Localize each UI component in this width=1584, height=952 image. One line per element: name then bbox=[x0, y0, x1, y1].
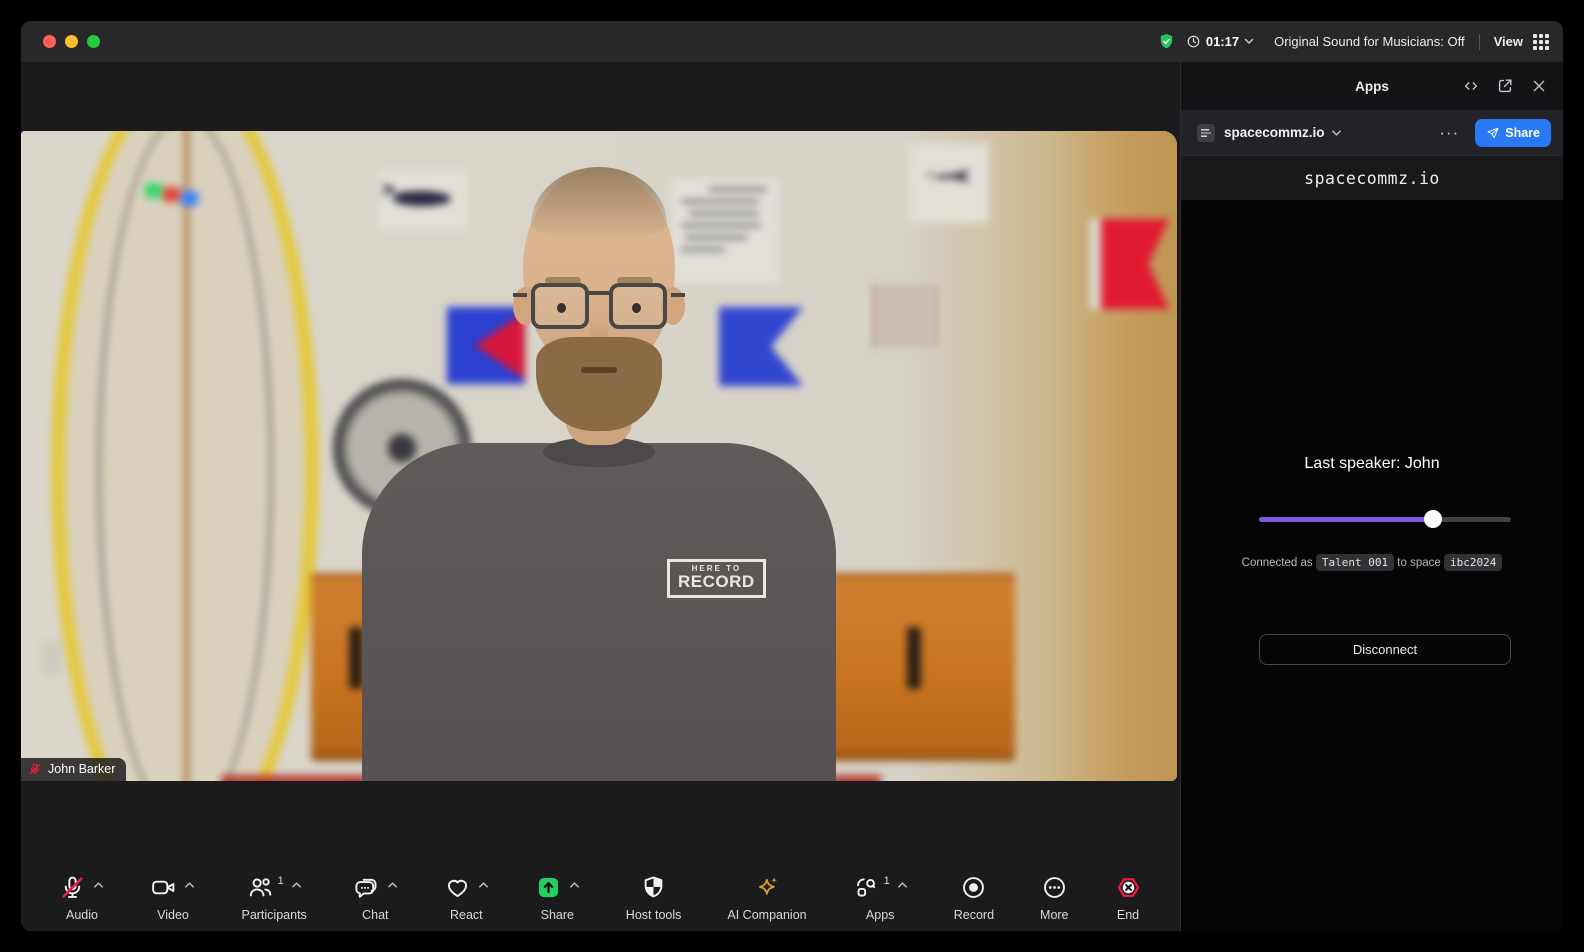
share-screen-icon bbox=[535, 874, 562, 901]
end-label: End bbox=[1116, 908, 1140, 922]
meeting-timer[interactable]: 01:17 bbox=[1186, 34, 1254, 49]
code-icon[interactable] bbox=[1461, 76, 1481, 96]
participants-options-chevron[interactable] bbox=[291, 881, 302, 889]
meeting-main-area: HERE TO RECORD John Barker Audio Video 1… bbox=[21, 62, 1180, 931]
chat-options-chevron[interactable] bbox=[387, 881, 398, 889]
record-label: Record bbox=[953, 908, 995, 922]
face bbox=[513, 167, 685, 431]
slider-fill bbox=[1259, 517, 1433, 522]
react-button[interactable]: React bbox=[444, 871, 489, 922]
zoom-window-button[interactable] bbox=[87, 35, 100, 48]
connected-prefix: Connected as bbox=[1241, 557, 1313, 569]
apps-options-chevron[interactable] bbox=[897, 881, 908, 889]
heart-icon bbox=[444, 874, 471, 901]
share-screen-button[interactable]: Share bbox=[535, 871, 580, 922]
apps-icon bbox=[853, 874, 880, 901]
close-panel-icon[interactable] bbox=[1529, 76, 1549, 96]
host-tools-label: Host tools bbox=[625, 908, 682, 922]
apps-panel: Apps spacecommz.io ··· Share spacecommz.… bbox=[1180, 62, 1563, 931]
apps-panel-header: Apps bbox=[1181, 62, 1563, 110]
apps-button[interactable]: 1 Apps bbox=[853, 871, 908, 922]
volume-slider[interactable] bbox=[1259, 510, 1511, 528]
titlebar-divider bbox=[1478, 33, 1480, 50]
active-app-name[interactable]: spacecommz.io bbox=[1224, 125, 1325, 140]
meeting-toolbar: Audio Video 1 Participants Chat React Sh… bbox=[21, 822, 1180, 931]
participants-count-badge: 1 bbox=[277, 875, 284, 887]
window-titlebar: 01:17 Original Sound for Musicians: Off … bbox=[21, 21, 1563, 62]
apps-panel-title: Apps bbox=[1355, 78, 1389, 94]
app-share-button[interactable]: Share bbox=[1475, 118, 1551, 147]
disconnect-button[interactable]: Disconnect bbox=[1259, 634, 1511, 665]
view-grid-icon[interactable] bbox=[1533, 33, 1549, 50]
share-send-icon bbox=[1486, 126, 1500, 140]
participant-person: HERE TO RECORD bbox=[21, 131, 1177, 781]
beard bbox=[536, 337, 662, 431]
traffic-lights bbox=[43, 35, 109, 48]
apps-count-badge: 1 bbox=[883, 875, 890, 887]
participants-icon bbox=[247, 874, 274, 901]
share-label: Share bbox=[540, 908, 574, 922]
app-more-options-button[interactable]: ··· bbox=[1439, 124, 1459, 141]
active-app-row: spacecommz.io ··· Share bbox=[1181, 110, 1563, 155]
ai-companion-button[interactable]: AI Companion bbox=[727, 871, 807, 922]
zoom-meeting-window: 01:17 Original Sound for Musicians: Off … bbox=[21, 21, 1563, 931]
clock-icon bbox=[1186, 34, 1201, 49]
participant-video-tile[interactable]: HERE TO RECORD John Barker bbox=[21, 131, 1177, 781]
chat-button[interactable]: Chat bbox=[353, 871, 398, 922]
video-button[interactable]: Video bbox=[150, 871, 195, 922]
chevron-down-icon bbox=[1244, 38, 1254, 45]
video-label: Video bbox=[157, 908, 189, 922]
share-options-chevron[interactable] bbox=[569, 881, 580, 889]
more-label: More bbox=[1040, 908, 1069, 922]
more-button[interactable]: More bbox=[1040, 871, 1069, 922]
apps-label: Apps bbox=[865, 908, 895, 922]
app-chevron-down-icon[interactable] bbox=[1331, 129, 1342, 137]
audio-button[interactable]: Audio bbox=[59, 871, 104, 922]
participant-name-label: John Barker bbox=[21, 758, 127, 781]
glasses bbox=[513, 283, 685, 331]
record-icon bbox=[960, 874, 987, 901]
popout-icon[interactable] bbox=[1495, 76, 1515, 96]
minimize-window-button[interactable] bbox=[65, 35, 78, 48]
ai-companion-label: AI Companion bbox=[727, 908, 807, 922]
security-shield-icon[interactable] bbox=[1157, 32, 1176, 51]
host-tools-shield-icon bbox=[640, 874, 667, 901]
react-options-chevron[interactable] bbox=[478, 881, 489, 889]
host-tools-button[interactable]: Host tools bbox=[625, 871, 682, 922]
shirt-logo: HERE TO RECORD bbox=[667, 559, 766, 598]
more-ellipsis-icon bbox=[1041, 874, 1068, 901]
app-page-titlebar: spacecommz.io bbox=[1181, 155, 1563, 200]
view-button-label[interactable]: View bbox=[1494, 34, 1523, 49]
audio-options-chevron[interactable] bbox=[93, 881, 104, 889]
meeting-time: 01:17 bbox=[1205, 34, 1240, 49]
connection-status: Connected as Talent 001 to space ibc2024 bbox=[1181, 554, 1563, 571]
mic-muted-icon bbox=[59, 874, 86, 901]
muted-mic-icon bbox=[28, 762, 42, 776]
participants-button[interactable]: 1 Participants bbox=[241, 871, 306, 922]
close-window-button[interactable] bbox=[43, 35, 56, 48]
last-speaker-text: Last speaker: John bbox=[1304, 455, 1440, 472]
camera-icon bbox=[150, 874, 177, 901]
participant-name: John Barker bbox=[48, 762, 116, 776]
spacecommz-app-icon bbox=[1197, 123, 1215, 142]
app-share-label: Share bbox=[1505, 125, 1540, 140]
connected-infix: to space bbox=[1397, 557, 1441, 569]
end-hexagon-icon bbox=[1115, 874, 1142, 901]
slider-thumb[interactable] bbox=[1423, 510, 1442, 528]
end-meeting-button[interactable]: End bbox=[1115, 871, 1142, 922]
torso bbox=[362, 443, 836, 781]
audio-label: Audio bbox=[65, 908, 98, 922]
app-page-title: spacecommz.io bbox=[1304, 168, 1440, 188]
record-button[interactable]: Record bbox=[954, 871, 994, 922]
video-options-chevron[interactable] bbox=[184, 881, 195, 889]
react-label: React bbox=[449, 908, 483, 922]
space-id-chip: ibc2024 bbox=[1443, 554, 1503, 571]
chat-bubble-icon bbox=[353, 874, 380, 901]
original-sound-toggle[interactable]: Original Sound for Musicians: Off bbox=[1274, 34, 1465, 49]
talent-id-chip: Talent 001 bbox=[1315, 554, 1395, 571]
ai-sparkle-icon bbox=[754, 874, 781, 901]
participants-label: Participants bbox=[241, 908, 307, 922]
chat-label: Chat bbox=[362, 908, 389, 922]
